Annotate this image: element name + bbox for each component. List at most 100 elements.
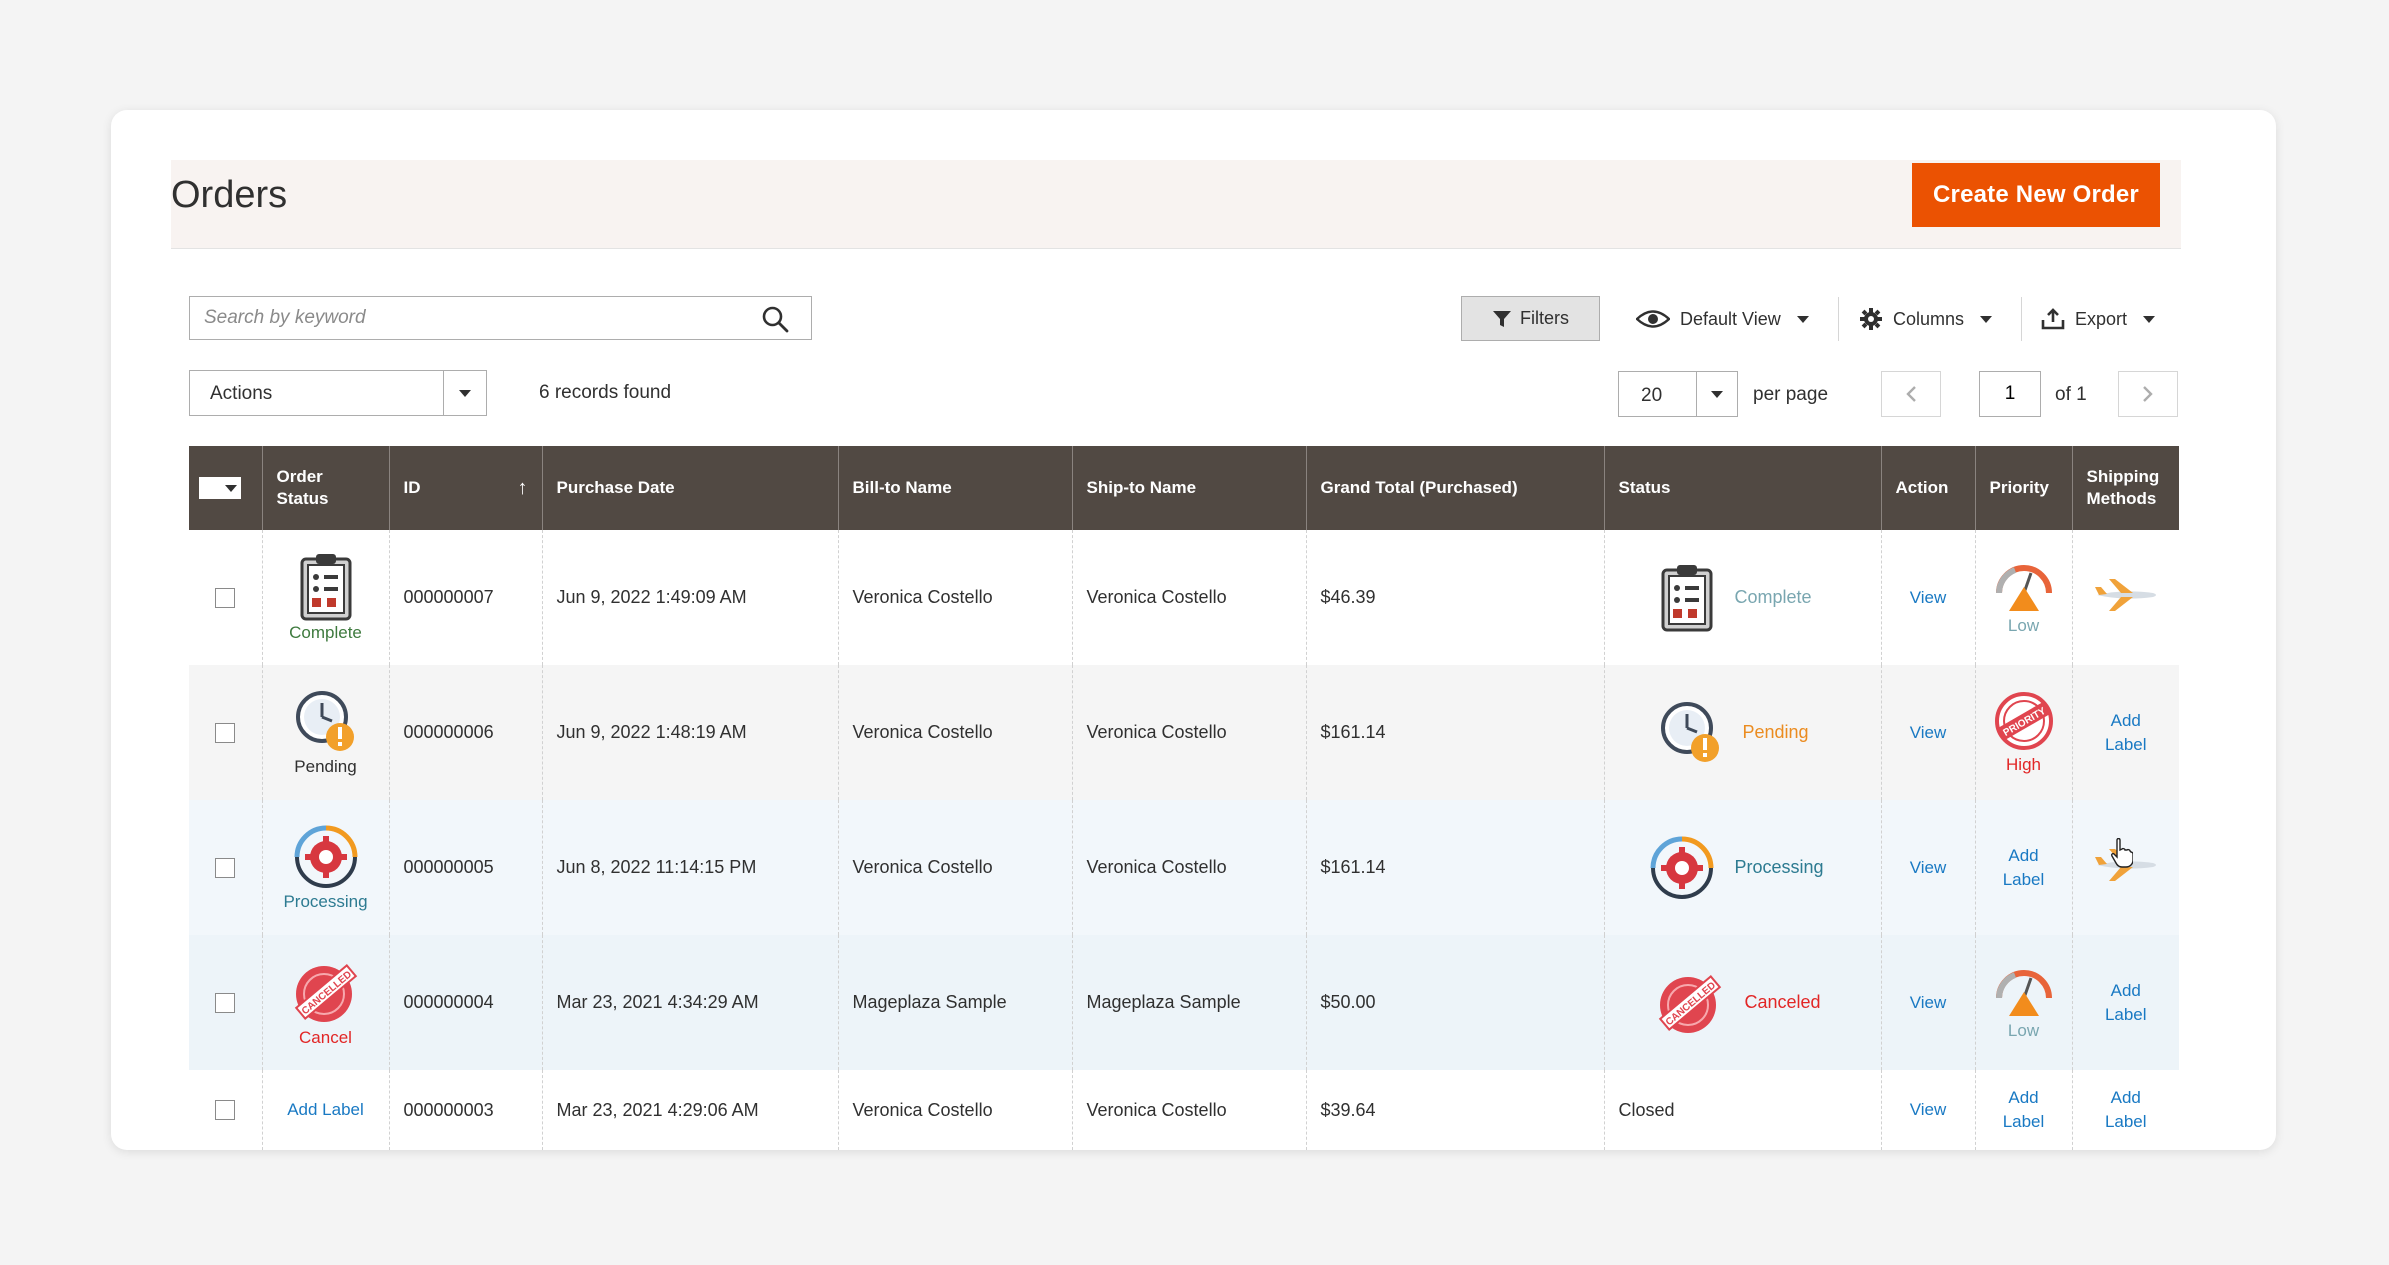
action-cell: View [1881, 800, 1976, 935]
export-dropdown[interactable]: Export [2041, 298, 2156, 340]
actions-dropdown-toggle[interactable] [443, 371, 486, 415]
page-number-input[interactable] [1979, 371, 2041, 417]
create-new-order-button[interactable]: Create New Order [1912, 163, 2160, 227]
shipping-cell: Add Label [2072, 665, 2179, 800]
columns-dropdown[interactable]: Columns [1859, 298, 1993, 340]
bill-to-cell: Veronica Costello [838, 530, 1073, 665]
processing-gear-icon [294, 825, 357, 888]
row-select-cell [189, 665, 263, 800]
row-checkbox[interactable] [215, 587, 236, 608]
id-cell: 000000003 [389, 1070, 543, 1150]
previous-page-button[interactable] [1881, 371, 1941, 417]
eye-icon [1636, 310, 1670, 328]
order-status-cell: Add Label [262, 1070, 390, 1150]
per-page-toggle[interactable] [1696, 372, 1737, 416]
add-label-link[interactable]: Add Label [1999, 844, 2049, 892]
add-label-link[interactable]: Add Label [1999, 1086, 2049, 1134]
col-order-status[interactable]: Order Status [262, 446, 390, 530]
select-all-header[interactable] [189, 446, 263, 530]
shipping-cell: Add Label [2072, 1070, 2179, 1150]
chevron-down-icon [225, 484, 237, 492]
view-link[interactable]: View [1910, 723, 1947, 742]
view-link[interactable]: View [1910, 858, 1947, 877]
add-label-link[interactable]: Add Label [2101, 709, 2151, 757]
chevron-down-icon [1796, 315, 1809, 323]
status-label: Processing [1734, 857, 1824, 877]
view-link[interactable]: View [1910, 1100, 1947, 1119]
records-count: 6 records found [539, 382, 672, 403]
row-checkbox[interactable] [215, 722, 236, 743]
purchase-date-cell: Jun 9, 2022 1:49:09 AM [542, 530, 839, 665]
priority-cell: PRIORITY High [1975, 665, 2073, 800]
table-row: Complete 000000007 Jun 9, 2022 1:49:09 A… [189, 530, 2179, 665]
shipping-cell: Add Label [2072, 935, 2179, 1070]
funnel-icon [1493, 310, 1511, 327]
table-row: Pending 000000006 Jun 9, 2022 1:48:19 AM… [189, 665, 2179, 800]
chevron-down-icon [1711, 390, 1723, 398]
search-box [189, 296, 812, 340]
bill-to-cell: Veronica Costello [838, 665, 1073, 800]
col-ship-to[interactable]: Ship-to Name [1072, 446, 1307, 530]
default-view-dropdown[interactable]: Default View [1636, 298, 1809, 340]
filters-button[interactable]: Filters [1461, 296, 1600, 341]
chevron-down-icon [2143, 315, 2156, 323]
chevron-down-icon [1980, 315, 1993, 323]
priority-cell: Low [1975, 935, 2073, 1070]
col-id-label: ID [403, 478, 421, 497]
default-view-label: Default View [1680, 308, 1781, 329]
ship-to-cell: Veronica Costello [1072, 665, 1307, 800]
col-id[interactable]: ID ↑ [389, 446, 543, 530]
purchase-date-cell: Mar 23, 2021 4:34:29 AM [542, 935, 839, 1070]
mass-select-checkbox[interactable] [199, 477, 241, 499]
status-label: Complete [1734, 587, 1812, 607]
action-cell: View [1881, 530, 1976, 665]
add-label-link[interactable]: Add Label [2101, 1086, 2151, 1134]
chevron-left-icon [1906, 386, 1916, 402]
row-checkbox[interactable] [215, 992, 236, 1013]
priority-stamp-icon: PRIORITY [1994, 692, 2053, 750]
orders-table: Order Status ID ↑ Purchase Date Bill-to N… [189, 446, 2179, 1150]
status-cell: Closed [1604, 1070, 1882, 1150]
id-cell: 000000005 [389, 800, 543, 935]
search-input[interactable] [190, 297, 758, 339]
row-checkbox[interactable] [215, 1100, 236, 1120]
purchase-date-cell: Jun 8, 2022 11:14:15 PM [542, 800, 839, 935]
order-status-label: Processing [283, 891, 368, 911]
bill-to-cell: Veronica Costello [838, 800, 1073, 935]
bill-to-cell: Mageplaza Sample [838, 935, 1073, 1070]
ship-to-cell: Veronica Costello [1072, 530, 1307, 665]
status-cell: Complete [1604, 530, 1882, 665]
search-icon[interactable] [761, 305, 789, 333]
actions-dropdown[interactable]: Actions [189, 370, 487, 416]
priority-label: Low [2007, 616, 2040, 635]
grand-total-cell: $46.39 [1306, 530, 1605, 665]
purchase-date-cell: Jun 9, 2022 1:48:19 AM [542, 665, 839, 800]
col-shipping[interactable]: Shipping Methods [2072, 446, 2179, 530]
action-cell: View [1881, 935, 1976, 1070]
add-label-link[interactable]: Add Label [287, 1100, 364, 1119]
toolbar-divider [1838, 297, 1839, 341]
page-total: of 1 [2055, 384, 2087, 405]
per-page-dropdown[interactable]: 20 [1618, 371, 1738, 417]
gear-icon [1860, 308, 1882, 330]
col-status[interactable]: Status [1604, 446, 1882, 530]
toolbar-divider [2021, 297, 2022, 341]
next-page-button[interactable] [2118, 371, 2178, 417]
chevron-down-icon [459, 389, 471, 397]
table-header-row: Order Status ID ↑ Purchase Date Bill-to N… [189, 446, 2179, 530]
row-checkbox[interactable] [215, 857, 236, 878]
col-grand-total[interactable]: Grand Total (Purchased) [1306, 446, 1605, 530]
processing-gear-icon [1650, 836, 1713, 899]
columns-label: Columns [1893, 308, 1965, 329]
speedometer-low-icon [1995, 565, 2052, 611]
status-cell: Processing [1604, 800, 1882, 935]
add-label-link[interactable]: Add Label [2101, 979, 2151, 1027]
view-link[interactable]: View [1910, 993, 1947, 1012]
col-bill-to[interactable]: Bill-to Name [838, 446, 1073, 530]
status-cell: Pending [1604, 665, 1882, 800]
col-purchase-date[interactable]: Purchase Date [542, 446, 839, 530]
view-link[interactable]: View [1910, 588, 1947, 607]
col-priority[interactable]: Priority [1975, 446, 2073, 530]
clock-alert-icon [295, 690, 354, 751]
per-page-label: per page [1753, 384, 1829, 405]
